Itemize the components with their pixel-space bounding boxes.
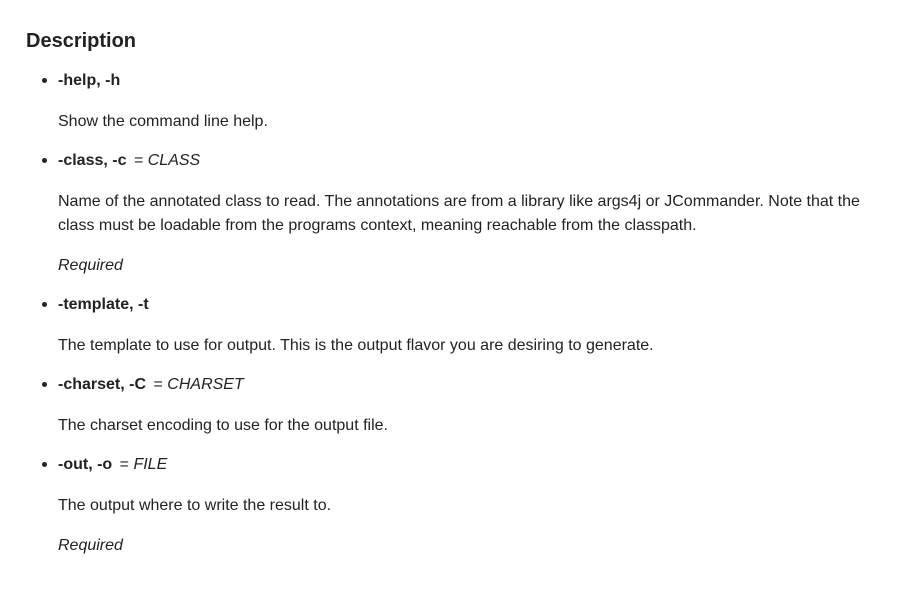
bullet-icon [42,382,47,387]
option-equals: = [119,456,129,473]
option-argument: CLASS [147,152,201,169]
option-header: -template, -t [58,294,900,316]
option-description: The template to use for output. This is … [58,337,654,354]
option-description: Name of the annotated class to read. The… [58,193,860,234]
option-argument: CHARSET [167,376,244,393]
option-header: -charset, -C = CHARSET [58,374,900,396]
option-class: -class, -c = CLASS Name of the annotated… [40,150,900,278]
section-title: Description [26,30,137,52]
bullet-icon [42,302,47,307]
option-description: Show the command line help. [58,113,268,130]
option-name: -template, -t [58,296,149,313]
option-help: -help, -h Show the command line help. [40,70,900,134]
options-list: -help, -h Show the command line help. -c… [40,70,900,558]
option-template: -template, -t The template to use for ou… [40,294,900,358]
option-equals: = [133,152,144,169]
option-header: -out, -o = FILE [58,454,900,476]
option-description: The output where to write the result to. [58,497,332,514]
bullet-icon [42,462,47,467]
option-equals: = [153,376,163,393]
option-name: -charset, -C [58,376,147,393]
option-argument: FILE [133,456,168,473]
option-name: -out, -o [58,456,113,473]
bullet-icon [42,158,47,163]
option-required: Required [58,537,123,554]
option-name: -help, -h [58,72,121,89]
option-description: The charset encoding to use for the outp… [58,417,388,434]
bullet-icon [42,78,47,83]
option-header: -help, -h [58,70,900,92]
option-header: -class, -c = CLASS [58,150,900,172]
option-required: Required [58,257,123,274]
option-out: -out, -o = FILE The output where to writ… [40,454,900,558]
option-name: -class, -c [58,152,127,169]
option-charset: -charset, -C = CHARSET The charset encod… [40,374,900,438]
